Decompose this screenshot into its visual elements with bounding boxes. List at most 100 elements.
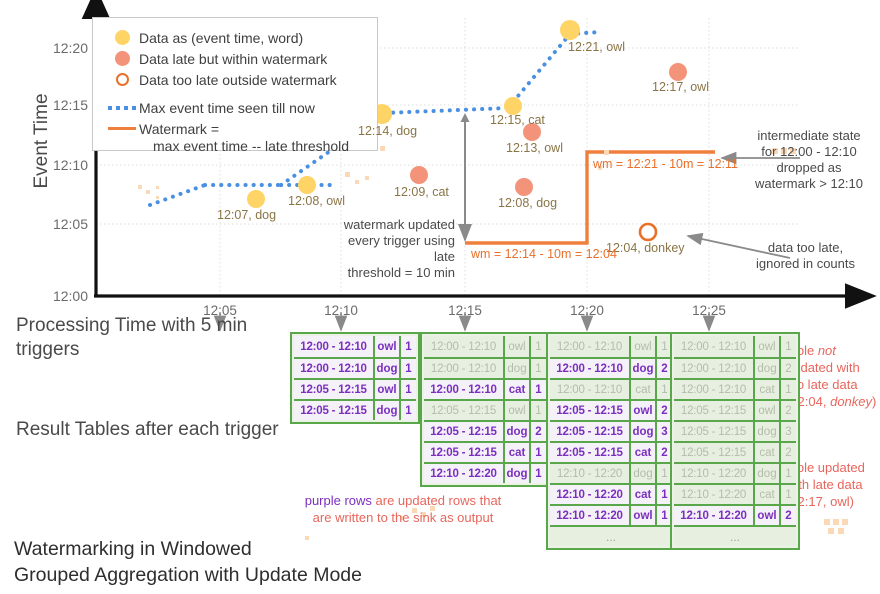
purple-rows-note: purple rows are updated rows that are wr… (278, 492, 528, 526)
table-row[interactable]: 12:10 - 12:20 owl 1 (550, 504, 672, 525)
cell-window: 12:00 - 12:10 (424, 359, 503, 378)
processing-time-caption: Processing Time with 5 min triggers (16, 315, 248, 360)
cell-window: 12:05 - 12:15 (294, 401, 373, 420)
table-row[interactable]: 12:00 - 12:10 cat 1 (424, 378, 546, 399)
table-row[interactable]: 12:00 - 12:10 dog 1 (294, 357, 416, 378)
table-row[interactable]: 12:05 - 12:15 cat 2 (674, 441, 796, 462)
cell-count: 2 (779, 443, 796, 462)
cell-window: 12:10 - 12:20 (550, 464, 629, 483)
cell-window: 12:05 - 12:15 (674, 401, 753, 420)
table-row[interactable]: 12:10 - 12:20 dog 1 (424, 462, 546, 483)
cell-window: 12:00 - 12:10 (674, 380, 753, 399)
cell-word: dog (753, 359, 779, 378)
cell-count: 1 (779, 485, 796, 504)
point-1217-owl[interactable] (669, 63, 687, 81)
cell-count: 1 (399, 359, 416, 378)
cell-count: 2 (529, 422, 546, 441)
table-row[interactable]: 12:05 - 12:15 owl 1 (294, 378, 416, 399)
figure-title-line1: Watermarking in Windowed (14, 538, 252, 560)
y-tick-1205: 12:05 (52, 216, 88, 232)
cell-window: 12:00 - 12:10 (424, 336, 503, 357)
legend-item-toolate: Data too late outside watermark (105, 69, 367, 90)
table-row[interactable]: 12:00 - 12:10 owl 1 (294, 336, 416, 357)
cell-window: 12:05 - 12:15 (550, 443, 629, 462)
table-row[interactable]: 12:05 - 12:15 dog 2 (424, 420, 546, 441)
point-1209-cat[interactable] (410, 166, 428, 184)
cell-window: 12:00 - 12:10 (674, 359, 753, 378)
purple-rows-note-prefix: purple rows (304, 493, 372, 508)
cell-count: 1 (779, 336, 796, 357)
cell-count: 1 (529, 443, 546, 462)
annotation-data-too-late: data too late, ignored in counts (755, 240, 855, 271)
point-label-1208-owl: 12:08, owl (288, 194, 345, 208)
trigger-2-table[interactable]: 12:00 - 12:10 owl 1 12:00 - 12:10 dog 1 12:00 … (420, 332, 550, 487)
table-not-updated-note: table not updated with too late data (12:04… (786, 343, 877, 409)
table-row[interactable]: 12:00 - 12:10 dog 1 (424, 357, 546, 378)
cell-word: cat (629, 485, 655, 504)
legend-item-maxevent: Max event time seen till now (105, 97, 367, 118)
point-1221-owl[interactable] (560, 20, 580, 40)
cell-window: 12:10 - 12:20 (550, 485, 629, 504)
cell-count: 1 (529, 401, 546, 420)
y-tick-1220: 12:20 (52, 40, 88, 56)
point-label-1213-owl: 12:13, owl (506, 141, 563, 155)
table-row[interactable]: 12:05 - 12:15 dog 1 (294, 399, 416, 420)
cell-word: owl (373, 380, 399, 399)
table-row[interactable]: 12:10 - 12:20 owl 2 (674, 504, 796, 525)
table-row[interactable]: 12:00 - 12:10 owl 1 (424, 336, 546, 357)
trigger-1-table[interactable]: 12:00 - 12:10 owl 1 12:00 - 12:10 dog 1 12:05 … (290, 332, 420, 424)
point-label-1217-owl: 12:17, owl (652, 80, 709, 94)
table-row[interactable]: 12:10 - 12:20 dog 1 (674, 462, 796, 483)
cell-window: 12:00 - 12:10 (550, 336, 629, 357)
table-row[interactable]: 12:05 - 12:15 owl 1 (424, 399, 546, 420)
x-tick-1225: 12:25 (692, 303, 726, 318)
table-row[interactable]: 12:05 - 12:15 owl 2 (674, 399, 796, 420)
table-row[interactable]: 12:10 - 12:20 cat 1 (550, 483, 672, 504)
legend-item-watermark: Watermark = (105, 118, 367, 139)
blue-dotted-line-icon (105, 105, 139, 110)
table-row[interactable]: 12:00 - 12:10 owl 1 (550, 336, 672, 357)
table-row[interactable]: 12:10 - 12:20 dog 1 (550, 462, 672, 483)
table-row[interactable]: 12:05 - 12:15 cat 1 (424, 441, 546, 462)
cell-word: owl (629, 506, 655, 525)
cell-word: owl (373, 336, 399, 357)
point-label-1207-dog: 12:07, dog (217, 208, 277, 222)
table-row[interactable]: 12:05 - 12:15 dog 3 (550, 420, 672, 441)
cell-word: dog (753, 422, 779, 441)
cell-window: 12:10 - 12:20 (550, 506, 629, 525)
cell-word: owl (629, 401, 655, 420)
point-1208-dog[interactable] (515, 178, 533, 196)
point-1207-dog[interactable] (247, 190, 265, 208)
point-label-1209-cat: 12:09, cat (394, 185, 449, 199)
table-row[interactable]: 12:00 - 12:10 dog 2 (550, 357, 672, 378)
result-tables-caption: Result Tables after each trigger (16, 419, 279, 440)
cell-word: cat (503, 443, 529, 462)
cell-word: dog (629, 422, 655, 441)
table-row[interactable]: 12:00 - 12:10 cat 1 (550, 378, 672, 399)
table-row[interactable]: 12:00 - 12:10 owl 1 (674, 336, 796, 357)
orange-solid-line-icon (105, 127, 139, 130)
table-row[interactable]: 12:05 - 12:15 dog 3 (674, 420, 796, 441)
table-row[interactable]: 12:00 - 12:10 dog 2 (674, 357, 796, 378)
table-row[interactable]: 12:05 - 12:15 owl 2 (550, 399, 672, 420)
y-tick-1215: 12:15 (52, 97, 88, 113)
cell-word: dog (629, 464, 655, 483)
cell-window: 12:00 - 12:10 (550, 359, 629, 378)
point-1208-owl[interactable] (298, 176, 316, 194)
table-row[interactable]: 12:00 - 12:10 cat 1 (674, 378, 796, 399)
trigger-4-table[interactable]: 12:00 - 12:10 owl 1 12:00 - 12:10 dog 2 12:00 … (670, 332, 800, 550)
table-row[interactable]: 12:05 - 12:15 cat 2 (550, 441, 672, 462)
cell-word: owl (629, 336, 655, 357)
y-tick-1210: 12:10 (52, 157, 88, 173)
x-tick-1220: 12:20 (570, 303, 604, 318)
cell-word: owl (753, 336, 779, 357)
watermark-label-second: wm = 12:21 - 10m = 12:11 (593, 157, 738, 171)
point-1204-donkey[interactable] (638, 222, 658, 242)
legend-label-toolate: Data too late outside watermark (139, 71, 337, 88)
x-tick-1210: 12:10 (324, 303, 358, 318)
legend-label-maxevent: Max event time seen till now (139, 99, 315, 116)
watermark-label-first: wm = 12:14 - 10m = 12:04 (471, 247, 617, 261)
trigger-3-table[interactable]: 12:00 - 12:10 owl 1 12:00 - 12:10 dog 2 12:00 … (546, 332, 676, 550)
table-row[interactable]: 12:10 - 12:20 cat 1 (674, 483, 796, 504)
cell-word: owl (503, 401, 529, 420)
